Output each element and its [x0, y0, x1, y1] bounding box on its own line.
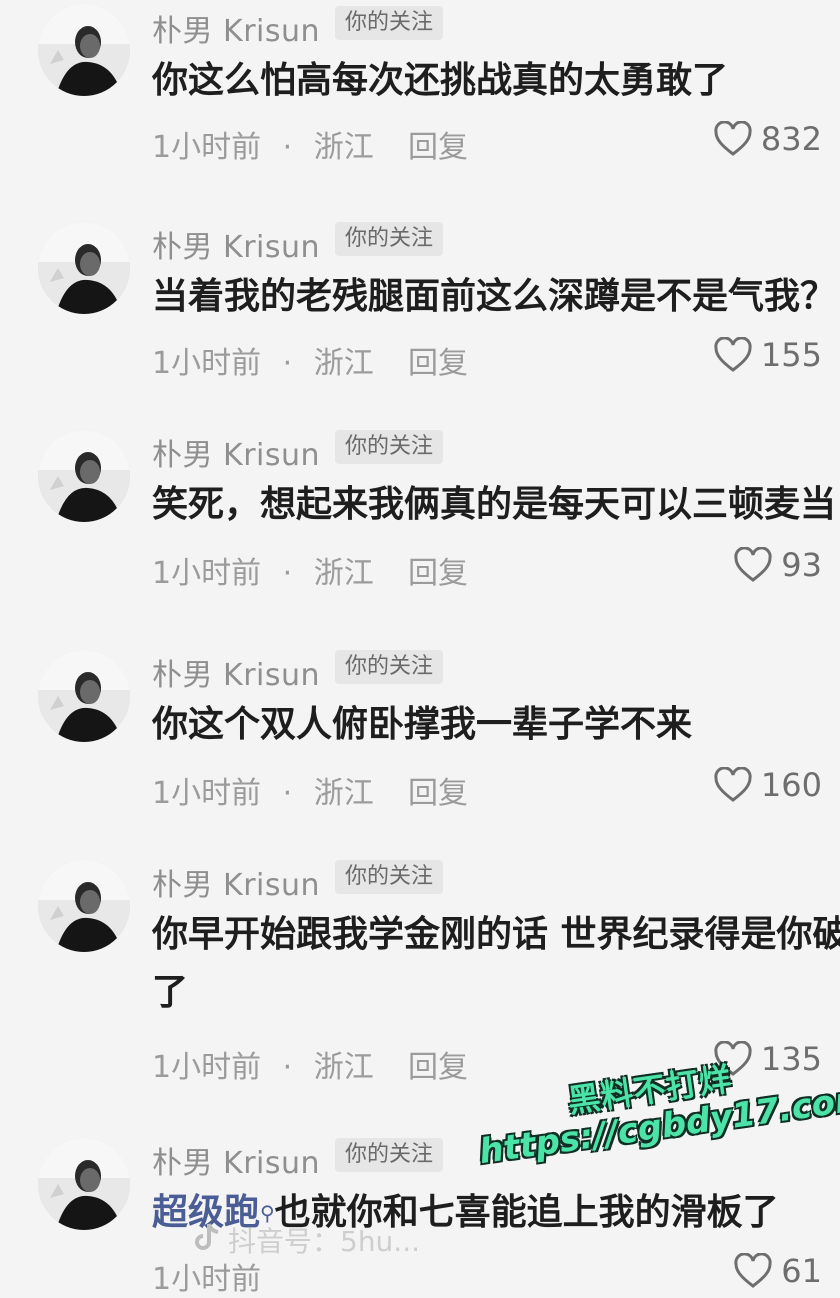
comment-meta: 1小时前 · 浙江 — [152, 1042, 374, 1086]
comment-author[interactable]: 朴男 Krisun — [152, 6, 320, 50]
separator-dot: · — [282, 776, 293, 811]
like-button[interactable]: 155 — [713, 336, 822, 374]
reply-button[interactable]: 回复 — [408, 122, 468, 166]
comment-meta: 1小时前 — [152, 1254, 261, 1298]
comment-text: 笑死，想起来我俩真的是每天可以三顿麦当 — [152, 484, 837, 525]
following-badge: 你的关注 — [335, 1138, 444, 1172]
heart-icon — [734, 1253, 772, 1288]
comment-author[interactable]: 朴男 Krisun — [152, 222, 320, 266]
comment-time: 1小时前 — [152, 1050, 262, 1085]
following-badge: 你的关注 — [335, 222, 444, 256]
heart-icon — [714, 767, 752, 802]
comment-time: 1小时前 — [152, 346, 262, 381]
comment-author[interactable]: 朴男 Krisun — [152, 650, 320, 694]
comment-text: 你这个双人俯卧撑我一辈子学不来 — [152, 704, 693, 745]
like-count: 832 — [760, 120, 822, 158]
tiktok-icon — [195, 1223, 219, 1250]
comment-location: 浙江 — [313, 346, 374, 381]
like-count: 61 — [781, 1252, 822, 1290]
avatar[interactable] — [38, 430, 130, 522]
comment-meta: 1小时前 · 浙江 — [152, 122, 374, 166]
avatar[interactable] — [38, 860, 130, 952]
comment-location: 浙江 — [313, 130, 374, 165]
comment-text: 当着我的老残腿面前这么深蹲是不是气我？ — [152, 276, 837, 317]
comment-author[interactable]: 朴男 Krisun — [152, 1138, 320, 1182]
like-count: 160 — [760, 766, 822, 804]
like-count: 155 — [760, 336, 822, 374]
comment-author[interactable]: 朴男 Krisun — [152, 430, 320, 474]
heart-icon — [714, 121, 752, 156]
following-badge: 你的关注 — [335, 650, 444, 684]
comment-meta: 1小时前 · 浙江 — [152, 338, 374, 382]
comment-item: 朴男 Krisun 你的关注 你这个双人俯卧撑我一辈子学不来 1小时前 · 浙江… — [0, 646, 840, 856]
avatar[interactable] — [38, 222, 130, 314]
separator-dot: · — [282, 346, 293, 381]
like-button[interactable]: 832 — [713, 120, 822, 158]
comment-time: 1小时前 — [152, 556, 262, 591]
heart-icon — [734, 547, 772, 582]
comment-meta: 1小时前 · 浙江 — [152, 768, 374, 812]
reply-button[interactable]: 回复 — [408, 338, 468, 382]
comment-location: 浙江 — [313, 776, 374, 811]
like-button[interactable]: 160 — [713, 766, 822, 804]
comment-item: 朴男 Krisun 你的关注 你这么怕高每次还挑战真的太勇敢了 1小时前 · 浙… — [0, 0, 840, 210]
reply-button[interactable]: 回复 — [408, 1042, 468, 1086]
avatar[interactable] — [38, 650, 130, 742]
following-badge: 你的关注 — [335, 860, 444, 894]
avatar[interactable] — [38, 4, 130, 96]
reply-button[interactable]: 回复 — [408, 768, 468, 812]
following-badge: 你的关注 — [335, 6, 444, 40]
comment-text: 你这么怕高每次还挑战真的太勇敢了 — [152, 60, 729, 101]
comment-item: 朴男 Krisun 你的关注 当着我的老残腿面前这么深蹲是不是气我？ 1小时前 … — [0, 218, 840, 428]
avatar[interactable] — [38, 1138, 130, 1230]
separator-dot: · — [282, 1050, 293, 1085]
separator-dot: · — [282, 130, 293, 165]
heart-icon — [714, 337, 752, 372]
comment-location: 浙江 — [313, 556, 374, 591]
comment-text: 你早开始跟我学金刚的话 世界纪录得是你破了 — [152, 914, 840, 1013]
comment-item: 朴男 Krisun 你的关注 笑死，想起来我俩真的是每天可以三顿麦当 1小时前 … — [0, 426, 840, 636]
following-badge: 你的关注 — [335, 430, 444, 464]
tiktok-id-overlay: 抖音号：5hu... — [228, 1225, 421, 1258]
reply-button[interactable]: 回复 — [408, 548, 468, 592]
comment-meta: 1小时前 · 浙江 — [152, 548, 374, 592]
comment-location: 浙江 — [313, 1050, 374, 1085]
separator-dot: · — [282, 556, 293, 591]
like-count: 93 — [781, 546, 822, 584]
comment-time: 1小时前 — [152, 776, 262, 811]
like-button[interactable]: 93 — [733, 546, 822, 584]
like-button[interactable]: 61 — [733, 1252, 822, 1290]
comment-time: 1小时前 — [152, 130, 262, 165]
comment-author[interactable]: 朴男 Krisun — [152, 860, 320, 904]
